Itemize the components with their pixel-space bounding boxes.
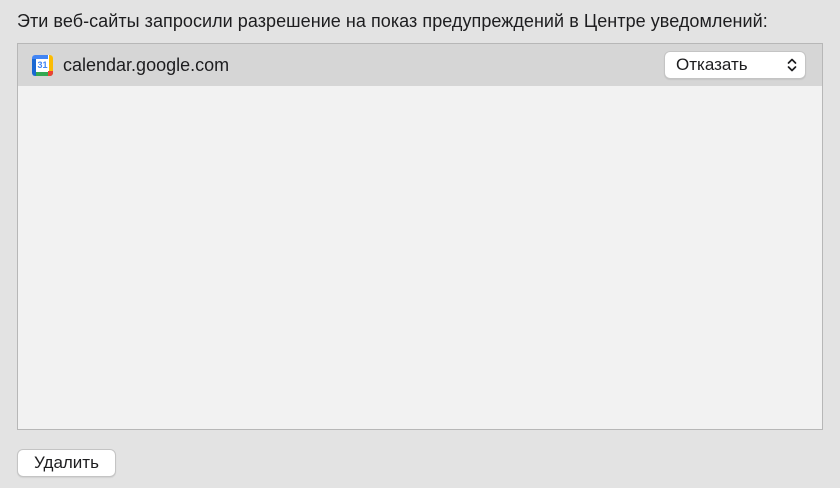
permission-popup-button[interactable]: Отказать — [664, 51, 806, 79]
website-permission-list[interactable]: 31 calendar.google.com Отказать — [17, 43, 823, 430]
google-calendar-icon: 31 — [32, 55, 53, 76]
website-row[interactable]: 31 calendar.google.com Отказать — [18, 44, 822, 86]
website-domain: calendar.google.com — [63, 55, 230, 75]
calendar-icon-day: 31 — [37, 60, 48, 70]
up-down-chevron-icon — [787, 58, 797, 72]
permission-popup-value: Отказать — [676, 55, 748, 74]
remove-button[interactable]: Удалить — [17, 449, 116, 477]
permission-prompt-text: Эти веб-сайты запросили разрешение на по… — [17, 11, 768, 31]
